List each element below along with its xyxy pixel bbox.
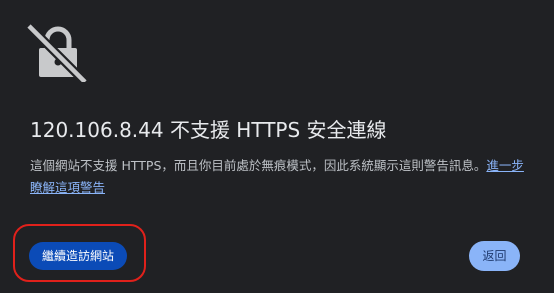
warning-description: 這個網站不支援 HTTPS，而且你目前處於無痕模式，因此系統顯示這則警告訊息。進… xyxy=(30,155,535,199)
lock-crossed-out-icon xyxy=(27,22,87,82)
warning-description-text: 這個網站不支援 HTTPS，而且你目前處於無痕模式，因此系統顯示這則警告訊息。 xyxy=(30,158,487,173)
continue-to-site-button[interactable]: 繼續造訪網站 xyxy=(29,242,127,270)
back-button[interactable]: 返回 xyxy=(469,241,520,271)
page-title: 120.106.8.44 不支援 HTTPS 安全連線 xyxy=(30,118,387,142)
